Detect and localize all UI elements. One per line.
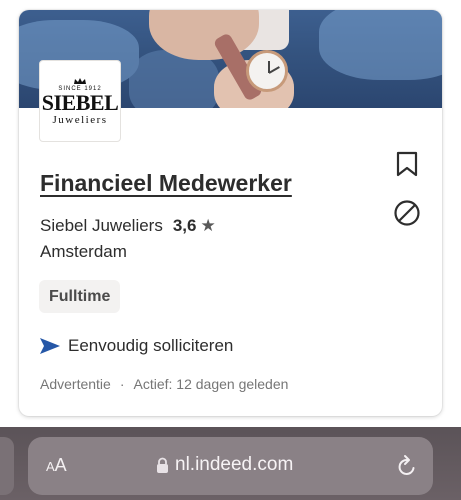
- send-arrow-icon: [40, 338, 60, 354]
- star-icon: ★: [200, 216, 216, 235]
- text-size-button[interactable]: AA: [46, 455, 67, 476]
- job-type-badge: Fulltime: [39, 280, 121, 313]
- watch-image: [246, 50, 288, 92]
- url-display[interactable]: nl.indeed.com: [156, 454, 293, 476]
- crown-icon: [74, 77, 86, 84]
- block-icon[interactable]: [393, 199, 421, 227]
- company-name[interactable]: Siebel Juweliers: [40, 216, 163, 236]
- bookmark-icon[interactable]: [395, 151, 419, 177]
- reload-icon[interactable]: [396, 454, 418, 478]
- url-text: nl.indeed.com: [175, 454, 294, 475]
- company-rating: 3,6: [172, 216, 197, 235]
- logo-brand-text: SIEBEL: [41, 89, 119, 115]
- address-bar[interactable]: AA nl.indeed.com: [28, 437, 433, 495]
- previous-tab[interactable]: [0, 437, 14, 495]
- meta-separator: ·: [119, 376, 125, 392]
- lock-icon: [157, 457, 168, 473]
- job-title-link[interactable]: Financieel Medewerker: [40, 170, 292, 197]
- job-location: Amsterdam: [40, 242, 127, 261]
- job-meta: Advertentie · Actief: 12 dagen geleden: [40, 376, 288, 392]
- browser-toolbar: AA nl.indeed.com: [0, 427, 461, 500]
- company-row: Siebel Juweliers 3,6 ★: [40, 216, 216, 236]
- job-card[interactable]: SINCE 1912 SIEBEL Juweliers Financieel M…: [19, 10, 442, 416]
- sponsored-label: Advertentie: [40, 376, 111, 392]
- text-size-large: A: [54, 455, 67, 475]
- easy-apply-text: Eenvoudig solliciteren: [68, 336, 234, 355]
- company-logo[interactable]: SINCE 1912 SIEBEL Juweliers: [39, 60, 121, 142]
- text-size-small: A: [46, 459, 55, 474]
- active-since-label: Actief: 12 dagen geleden: [133, 376, 289, 392]
- logo-sub-text: Juweliers: [52, 113, 108, 126]
- easy-apply-label: Eenvoudig solliciteren: [40, 336, 233, 356]
